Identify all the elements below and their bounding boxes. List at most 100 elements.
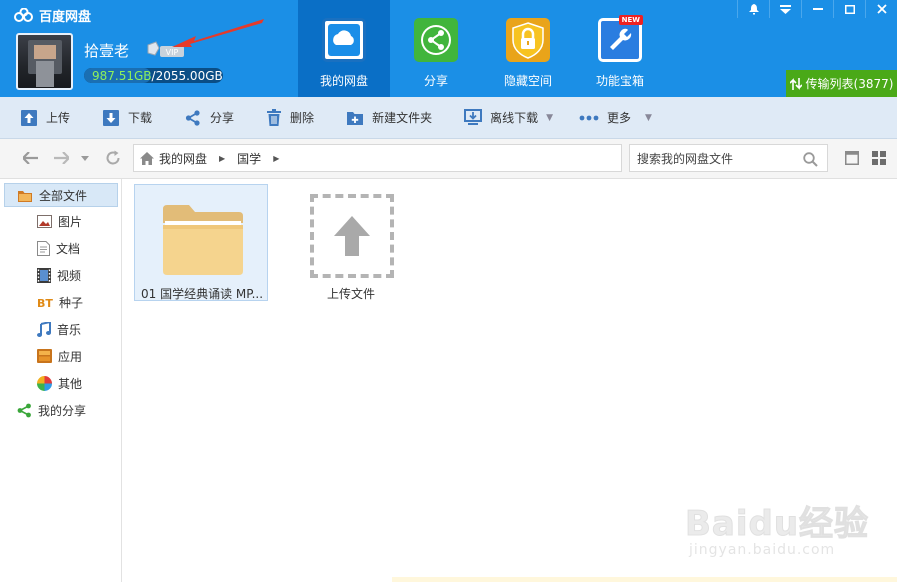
- trash-icon: [267, 108, 282, 126]
- toolbox-icon: NEW: [598, 15, 643, 62]
- upload-label: 上传: [46, 111, 71, 125]
- minimize-icon[interactable]: [801, 0, 833, 18]
- app-title: 百度网盘: [14, 6, 92, 25]
- upload-icon: [21, 109, 37, 126]
- sidebar-item-music[interactable]: 音乐: [0, 317, 121, 341]
- upload-dropzone: [310, 194, 394, 278]
- download-button[interactable]: 下载: [80, 97, 162, 139]
- offline-download-button[interactable]: 离线下载 ▼: [442, 97, 563, 139]
- sidebar-item-my-share[interactable]: 我的分享: [0, 398, 121, 422]
- tab-hidden-space[interactable]: 隐藏空间: [482, 0, 574, 97]
- breadcrumb-separator-icon[interactable]: ▶: [219, 154, 225, 163]
- sidebar-item-label: 全部文件: [39, 188, 88, 203]
- search-placeholder: 搜索我的网盘文件: [637, 151, 734, 166]
- tab-share-label: 分享: [423, 74, 448, 88]
- status-strip: [392, 577, 897, 582]
- svg-text:BT: BT: [37, 297, 53, 309]
- sidebar-item-label: 种子: [59, 295, 84, 310]
- new-folder-button[interactable]: 新建文件夹: [324, 97, 442, 139]
- delete-label: 删除: [290, 111, 315, 125]
- folder-name: 01 国学经典诵读 MP...: [141, 287, 264, 301]
- sidebar-item-label: 应用: [58, 349, 83, 364]
- sidebar-item-apps[interactable]: 应用: [0, 344, 121, 368]
- user-name[interactable]: 拾壹老: [84, 40, 129, 61]
- close-icon[interactable]: [865, 0, 897, 18]
- transfer-list-label: 传输列表(3877): [805, 77, 894, 91]
- top-header: 百度网盘 拾壹老 VIP 987.51GB / 2055.00GB 我的网盘 分…: [0, 0, 897, 97]
- toolbar: 上传 下载 分享 删除 新建文件夹 离线下载 ▼ 更多 ▼: [0, 97, 897, 139]
- share-icon: [414, 18, 458, 62]
- delete-button[interactable]: 删除: [244, 97, 324, 139]
- back-arrow-icon[interactable]: [23, 152, 38, 164]
- upload-button[interactable]: 上传: [0, 97, 80, 139]
- sidebar-item-torrents[interactable]: BT 种子: [0, 290, 121, 314]
- sidebar-item-label: 音乐: [57, 322, 82, 337]
- sidebar-item-images[interactable]: 图片: [0, 209, 121, 233]
- cloud-icon: [322, 18, 366, 62]
- watermark-logo: Baidu经验: [684, 504, 870, 545]
- share-label: 分享: [210, 111, 235, 125]
- share-button[interactable]: 分享: [162, 97, 244, 139]
- menu-icon[interactable]: [769, 0, 801, 18]
- search-input[interactable]: 搜索我的网盘文件: [629, 144, 828, 172]
- refresh-icon[interactable]: [105, 150, 121, 166]
- bt-torrent-icon: BT: [37, 297, 53, 309]
- app-title-text: 百度网盘: [39, 9, 92, 25]
- folder-item[interactable]: 01 国学经典诵读 MP...: [134, 184, 268, 301]
- address-bar: 我的网盘 ▶ 国学 ▶ 搜索我的网盘文件: [0, 139, 897, 179]
- new-badge: NEW: [618, 15, 643, 25]
- search-icon[interactable]: [803, 152, 818, 167]
- history-dropdown-icon[interactable]: [81, 156, 89, 161]
- sidebar: 全部文件 图片 文档 视频 BT 种子 音乐 应用 其他 我的分享: [0, 179, 122, 582]
- sidebar-item-all-files[interactable]: 全部文件: [4, 183, 118, 207]
- chevron-down-icon: ▼: [546, 112, 554, 123]
- new-folder-icon: [347, 111, 364, 125]
- window-controls: [737, 0, 897, 18]
- breadcrumb-item-guoxue[interactable]: 国学: [237, 150, 261, 167]
- list-view-icon[interactable]: [845, 151, 859, 165]
- image-icon: [37, 214, 52, 228]
- new-folder-label: 新建文件夹: [372, 111, 433, 125]
- home-icon[interactable]: [140, 151, 154, 165]
- tab-toolbox[interactable]: NEW 功能宝箱: [574, 0, 666, 97]
- avatar[interactable]: [16, 33, 73, 90]
- chevron-down-icon: ▼: [645, 112, 652, 123]
- maximize-icon[interactable]: [833, 0, 865, 18]
- baidu-jingyan-watermark: Baidu经验 jingyan.baidu.com: [663, 478, 893, 578]
- sidebar-item-documents[interactable]: 文档: [0, 236, 121, 260]
- download-label: 下载: [128, 111, 153, 125]
- more-label: 更多: [607, 111, 632, 125]
- forward-arrow-icon[interactable]: [54, 152, 69, 164]
- breadcrumb-item-my-drive[interactable]: 我的网盘: [159, 150, 207, 167]
- share-icon: [185, 109, 200, 126]
- grid-view-icon[interactable]: [872, 151, 886, 165]
- tab-my-drive[interactable]: 我的网盘: [298, 0, 390, 97]
- bell-icon[interactable]: [737, 0, 769, 18]
- download-icon: [103, 109, 120, 126]
- tab-hidden-space-label: 隐藏空间: [503, 74, 552, 88]
- sidebar-item-label: 文档: [56, 241, 81, 256]
- sidebar-item-label: 视频: [57, 268, 82, 283]
- breadcrumb: 我的网盘 ▶ 国学 ▶: [133, 144, 622, 172]
- transfer-list-button[interactable]: 传输列表(3877): [786, 70, 897, 97]
- all-files-icon: [18, 190, 32, 202]
- sidebar-item-videos[interactable]: 视频: [0, 263, 121, 287]
- app-box-icon: [37, 349, 52, 363]
- tab-my-drive-label: 我的网盘: [319, 74, 368, 88]
- upload-file-tile[interactable]: 上传文件: [307, 193, 395, 303]
- sidebar-item-other[interactable]: 其他: [0, 371, 121, 395]
- lock-icon: [506, 18, 550, 62]
- upload-arrow-icon: [334, 216, 370, 256]
- quota-used: 987.51GB: [92, 68, 152, 83]
- sidebar-item-label: 其他: [58, 376, 83, 391]
- folder-icon: [163, 205, 243, 275]
- watermark-url: jingyan.baidu.com: [689, 542, 836, 558]
- tab-share[interactable]: 分享: [390, 0, 482, 97]
- offline-download-label: 离线下载: [490, 111, 539, 125]
- document-icon: [37, 240, 50, 256]
- transfer-arrows-icon: [789, 77, 802, 90]
- upload-file-label: 上传文件: [326, 287, 375, 301]
- video-icon: [37, 267, 51, 283]
- breadcrumb-separator-icon[interactable]: ▶: [273, 154, 279, 163]
- more-button[interactable]: 更多 ▼: [563, 97, 662, 139]
